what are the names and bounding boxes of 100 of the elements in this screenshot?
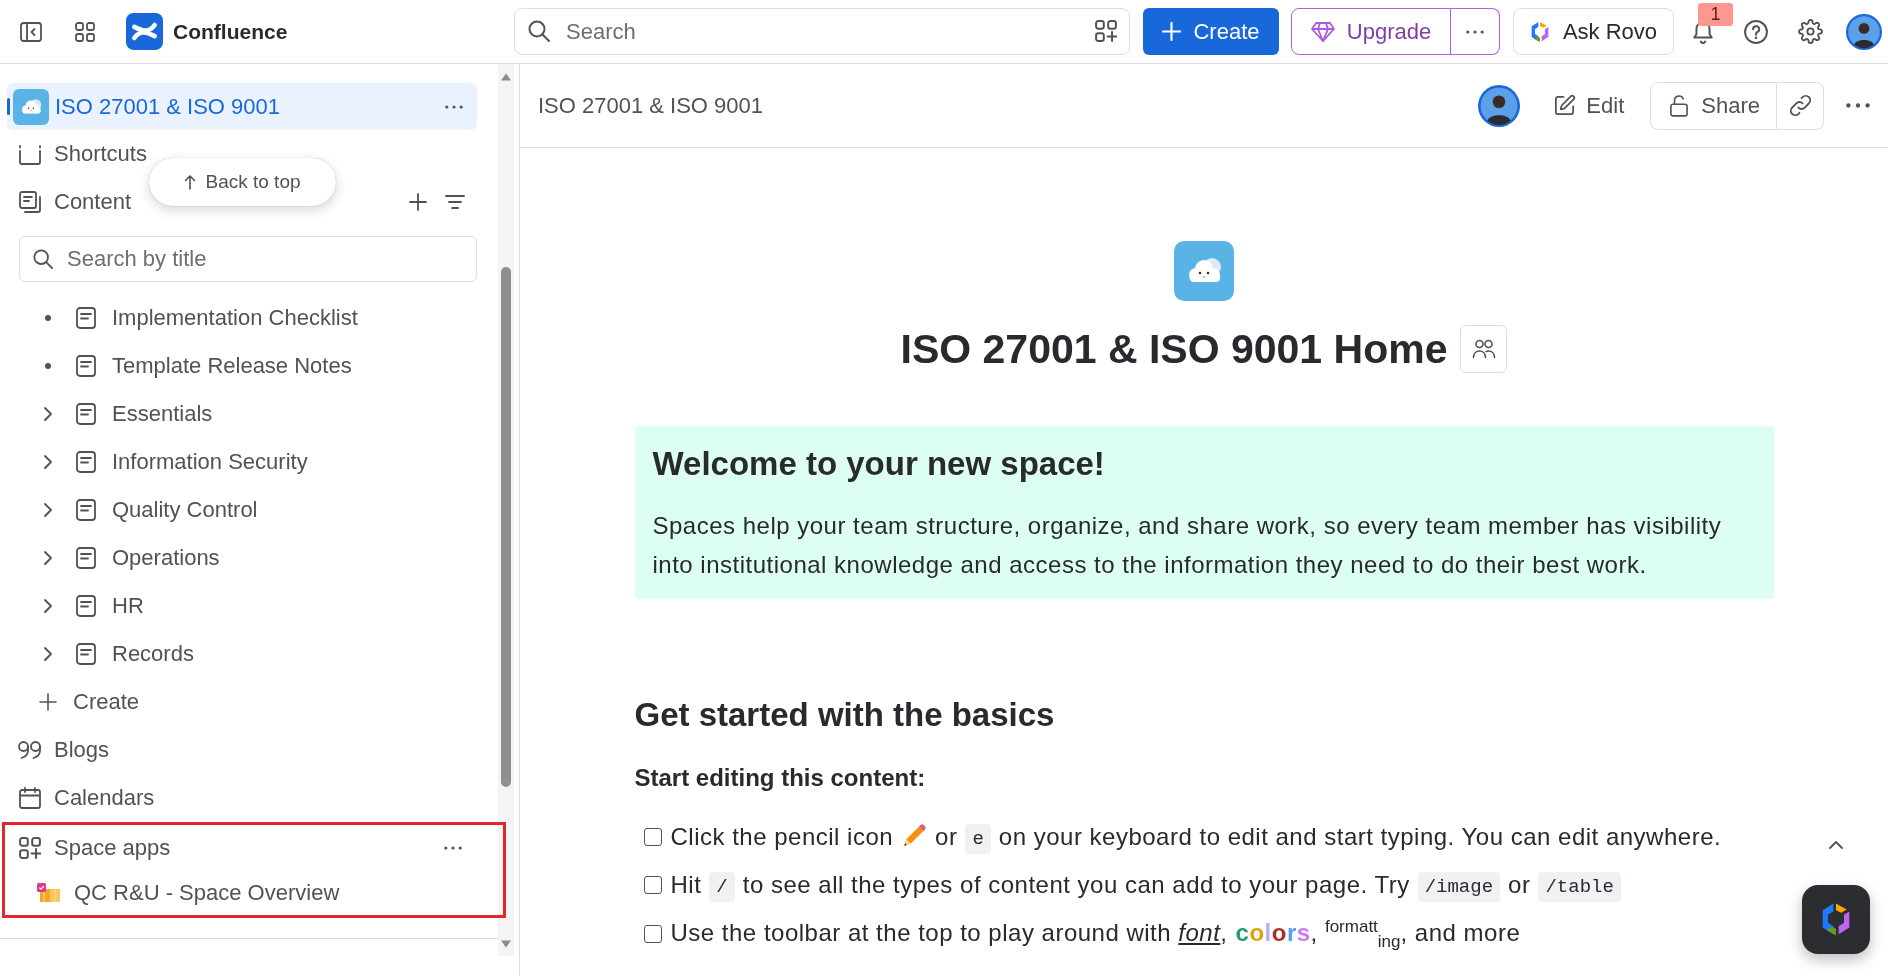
search-icon bbox=[528, 20, 550, 42]
checklist-text: Use the toolbar at the top to play around with font, bbox=[670, 919, 1228, 946]
app-icon bbox=[37, 883, 61, 903]
more-icon[interactable] bbox=[445, 104, 463, 109]
back-to-top-button[interactable]: Back to top bbox=[149, 158, 336, 206]
more-icon[interactable] bbox=[1846, 103, 1870, 108]
chevron-right-icon[interactable] bbox=[43, 550, 53, 566]
section-heading: Get started with the basics bbox=[634, 695, 1056, 735]
app-grid-icon[interactable] bbox=[75, 21, 95, 42]
chevron-right-icon[interactable] bbox=[43, 598, 53, 614]
checklist-text: or bbox=[935, 823, 958, 850]
nav-item[interactable]: Calendars bbox=[19, 785, 155, 811]
colorful-text: colors bbox=[1235, 919, 1311, 946]
quote-icon bbox=[18, 741, 42, 759]
nav-item[interactable]: Blogs bbox=[19, 737, 110, 763]
people-icon bbox=[1472, 339, 1496, 359]
chevron-right-icon[interactable] bbox=[43, 454, 53, 470]
scroll-up-arrow-icon[interactable] bbox=[500, 73, 512, 81]
author-avatar[interactable] bbox=[1478, 84, 1521, 127]
page-icon bbox=[76, 403, 96, 425]
plus-icon bbox=[1162, 22, 1182, 41]
more-icon[interactable] bbox=[444, 846, 462, 850]
checklist-text: or bbox=[1508, 871, 1531, 898]
page-item[interactable]: Implementation Checklist bbox=[76, 305, 358, 331]
scrollbar-thumb[interactable] bbox=[501, 267, 511, 787]
create-button[interactable]: Create bbox=[1143, 8, 1279, 55]
filter-icon[interactable] bbox=[445, 195, 465, 209]
sidebar-toggle-icon[interactable] bbox=[20, 21, 42, 42]
user-avatar[interactable] bbox=[1846, 13, 1882, 50]
page-item[interactable]: Template Release Notes bbox=[76, 353, 352, 379]
chevron-right-icon[interactable] bbox=[43, 406, 53, 422]
chevron-up-icon[interactable] bbox=[1828, 840, 1844, 850]
chevron-right-icon[interactable] bbox=[43, 502, 53, 518]
page-icon bbox=[76, 499, 96, 521]
ask-button[interactable]: Ask Rovo bbox=[1513, 8, 1674, 55]
link-icon bbox=[1788, 94, 1812, 117]
nav-item[interactable]: Shortcuts bbox=[19, 141, 147, 167]
panel-heading: Welcome to your new space! bbox=[652, 444, 1106, 484]
plus-icon[interactable] bbox=[409, 193, 427, 211]
inline-code: e bbox=[965, 824, 991, 854]
search-field[interactable]: Search by title bbox=[19, 236, 477, 282]
product-name: Confluence bbox=[173, 19, 288, 44]
checklist-text: Click the pencil icon bbox=[670, 823, 894, 850]
page-title: ISO 27001 & ISO 9001 Home bbox=[900, 325, 1448, 373]
help-icon[interactable] bbox=[1744, 19, 1768, 44]
arrow-up-icon bbox=[184, 174, 197, 190]
pencil-icon bbox=[901, 823, 928, 849]
bullet-icon bbox=[45, 363, 51, 369]
checkbox[interactable] bbox=[643, 828, 662, 846]
search-icon bbox=[33, 249, 53, 269]
page-icon bbox=[76, 643, 96, 665]
breadcrumb-link[interactable]: ISO 27001 & ISO 9001 bbox=[538, 92, 764, 119]
checklist-text: Hit bbox=[670, 871, 702, 898]
page-icon bbox=[76, 355, 96, 377]
create-link[interactable]: Create bbox=[39, 689, 140, 715]
inline-code: /image bbox=[1417, 872, 1501, 902]
page-item[interactable]: HR bbox=[76, 593, 144, 619]
more-options-button[interactable] bbox=[1451, 8, 1500, 55]
copy-link-button[interactable] bbox=[1777, 81, 1824, 130]
checkbox[interactable] bbox=[643, 925, 662, 944]
scroll-down-arrow-icon[interactable] bbox=[500, 940, 512, 948]
space-item[interactable]: ISO 27001 & ISO 9001 bbox=[7, 83, 477, 130]
checklist-text: to see all the types of content you can add to your page. Try bbox=[742, 871, 1410, 898]
page-icon bbox=[76, 547, 96, 569]
edit-button[interactable]: Edit bbox=[1546, 84, 1632, 127]
cloud-icon bbox=[13, 88, 49, 125]
logo-icon[interactable] bbox=[126, 13, 163, 50]
apps-add-icon[interactable] bbox=[1095, 20, 1117, 42]
page-item[interactable]: Operations bbox=[76, 545, 220, 571]
content-icon bbox=[19, 191, 41, 213]
scrollbar-track[interactable] bbox=[498, 64, 514, 956]
search-field[interactable]: Search bbox=[514, 8, 1130, 55]
page-item[interactable]: Information Security bbox=[76, 449, 308, 475]
diamond-icon bbox=[1310, 21, 1335, 42]
nav-item[interactable]: Content bbox=[19, 189, 132, 215]
inline-code: / bbox=[709, 872, 735, 902]
assistant-button[interactable] bbox=[1802, 885, 1870, 954]
edit-icon bbox=[1553, 94, 1577, 117]
settings-icon[interactable] bbox=[1798, 19, 1823, 44]
unlocked-padlock-icon bbox=[1670, 94, 1689, 117]
page-icon bbox=[76, 595, 96, 617]
plus-icon bbox=[39, 693, 57, 711]
page-item[interactable]: Records bbox=[76, 641, 194, 667]
chevron-right-icon[interactable] bbox=[43, 646, 53, 662]
page-item[interactable]: Essentials bbox=[76, 401, 213, 427]
upgrade-button[interactable]: Upgrade bbox=[1291, 8, 1451, 55]
notification-badge: 1 bbox=[1698, 2, 1733, 26]
page-item[interactable]: Quality Control bbox=[76, 497, 258, 523]
checkbox[interactable] bbox=[643, 876, 662, 894]
share-button[interactable]: Share bbox=[1650, 81, 1777, 130]
shortcut-icon bbox=[19, 143, 41, 165]
checklist-text: on your keyboard to edit and start typing. You can edit anywhere. bbox=[998, 823, 1722, 850]
page-icon bbox=[76, 451, 96, 473]
people-button[interactable] bbox=[1460, 325, 1508, 373]
apps-add-icon bbox=[19, 837, 41, 859]
more-icon bbox=[1466, 29, 1484, 34]
calendar-icon bbox=[19, 787, 41, 809]
app-item[interactable]: QC R&U - Space Overview bbox=[37, 880, 340, 906]
nav-item[interactable]: Space apps bbox=[19, 835, 171, 861]
page-icon bbox=[76, 307, 96, 329]
